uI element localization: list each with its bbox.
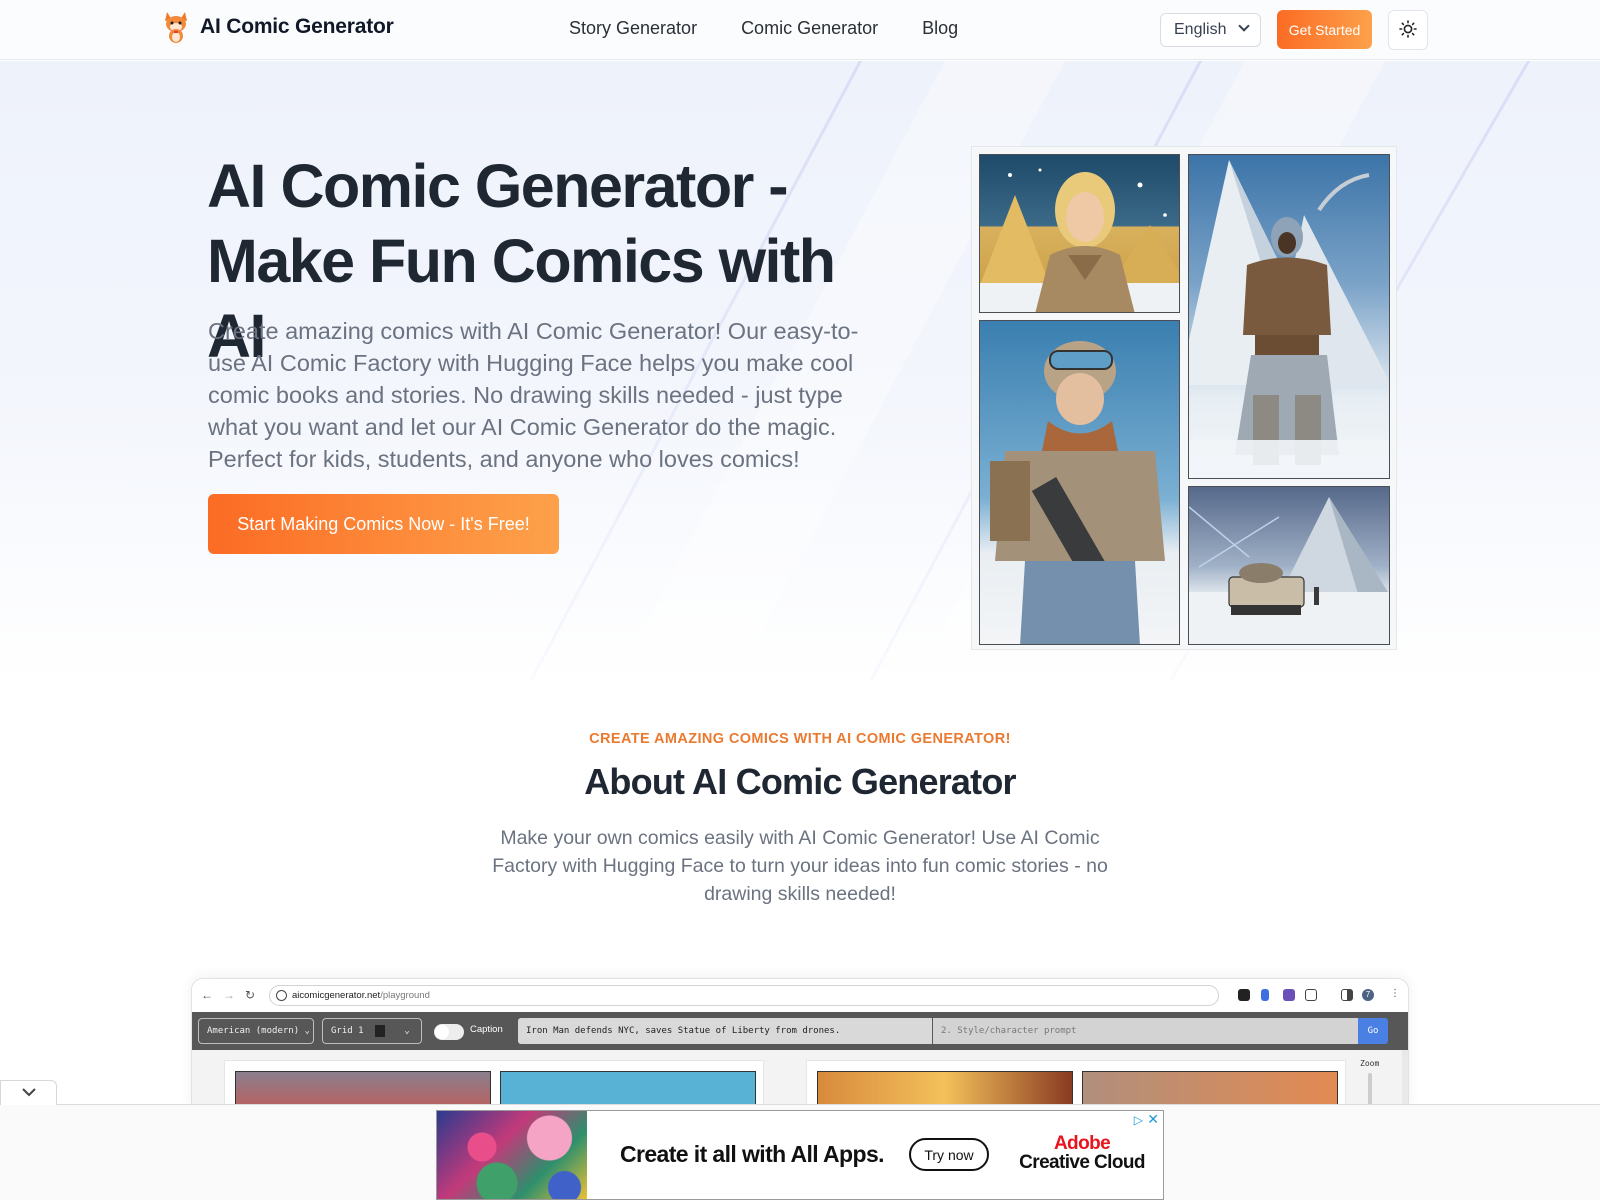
comic-pages-area: Zoom	[192, 1050, 1408, 1107]
adchoices-icon[interactable]: ▷	[1134, 1113, 1143, 1127]
puzzle-extensions-icon	[1305, 989, 1317, 1001]
main-nav: Story Generator Comic Generator Blog	[569, 18, 958, 39]
about-description: Make your own comics easily with AI Comi…	[492, 827, 1108, 905]
app-screenshot: ← → ↻ aicomicgenerator.net/playground 7 …	[191, 978, 1409, 1108]
nav-story-generator[interactable]: Story Generator	[569, 18, 697, 39]
site-info-icon	[276, 990, 287, 1001]
brand-logo-link[interactable]: AI Comic Generator	[162, 10, 394, 44]
comic-app-toolbar: American (modern) ⌄ Grid 1 ⌄ Caption Iro…	[192, 1012, 1408, 1050]
ad-artwork	[437, 1111, 587, 1199]
comic-thumb	[235, 1071, 491, 1107]
start-making-comics-button[interactable]: Start Making Comics Now - It's Free!	[208, 494, 559, 554]
comic-page	[806, 1060, 1346, 1107]
chevron-down-icon	[21, 1084, 37, 1102]
screenshot-scrollbar	[1402, 1050, 1408, 1107]
ad-try-now-button[interactable]: Try now	[909, 1138, 989, 1171]
comic-panel-warrior	[1188, 154, 1390, 479]
about-title: About AI Comic Generator	[584, 761, 1016, 802]
zoom-label: Zoom	[1360, 1059, 1380, 1068]
address-bar: aicomicgenerator.net/playground	[269, 985, 1219, 1006]
ad-product-name: Creative Cloud	[1019, 1152, 1145, 1173]
comic-page	[224, 1060, 764, 1107]
story-prompt-field: Iron Man defends NYC, saves Statue of Li…	[518, 1018, 932, 1044]
collapse-ad-button[interactable]	[0, 1080, 57, 1105]
grid-select: Grid 1 ⌄	[322, 1018, 422, 1044]
fox-mascot-icon	[162, 10, 190, 44]
caption-toggle	[434, 1024, 464, 1040]
hero-title-line1: AI Comic Generator -	[207, 152, 789, 220]
forward-arrow-icon: →	[223, 988, 235, 1002]
nav-comic-generator[interactable]: Comic Generator	[741, 18, 878, 39]
section-eyebrow: CREATE AMAZING COMICS WITH AI COMIC GENE…	[589, 731, 1011, 747]
browser-toolbar: ← → ↻ aicomicgenerator.net/playground 7 …	[192, 979, 1408, 1012]
brand-name: AI Comic Generator	[200, 15, 394, 38]
comic-thumb	[500, 1071, 756, 1107]
reload-icon: ↻	[245, 988, 256, 1002]
nav-blog[interactable]: Blog	[922, 18, 958, 39]
comic-panel-soldier	[979, 320, 1180, 645]
close-icon[interactable]: ✕	[1147, 1111, 1159, 1128]
comic-panel-tank	[1188, 486, 1390, 645]
extension-icon	[1261, 989, 1269, 1001]
url-domain: aicomicgenerator.net	[292, 990, 381, 1001]
chevron-down-icon	[1238, 20, 1250, 32]
extension-icon	[1238, 989, 1250, 1001]
side-panel-icon	[1341, 989, 1353, 1001]
hero-description: Create amazing comics with AI Comic Gene…	[208, 318, 859, 472]
ad-brand-name: Adobe	[1053, 1133, 1111, 1154]
ad-brand: Adobe Creative Cloud	[1012, 1134, 1152, 1172]
caption-label: Caption	[470, 1024, 503, 1035]
sun-icon	[1399, 19, 1417, 41]
style-prompt-field: 2. Style/character prompt	[933, 1018, 1358, 1044]
extension-badge-icon	[1283, 989, 1295, 1001]
go-button: Go	[1358, 1018, 1388, 1044]
comic-panel-woman	[979, 154, 1180, 313]
theme-toggle-button[interactable]	[1388, 10, 1428, 50]
language-select[interactable]: English	[1160, 13, 1261, 47]
profile-avatar: 7	[1362, 989, 1374, 1001]
language-select-value: English	[1174, 21, 1227, 38]
ad-headline: Create it all with All Apps.	[620, 1141, 885, 1167]
zoom-slider	[1368, 1073, 1372, 1107]
ad-banner[interactable]: Create it all with All Apps. Try now Ado…	[436, 1110, 1164, 1200]
site-header: AI Comic Generator Story Generator Comic…	[0, 0, 1600, 60]
comic-thumb	[817, 1071, 1073, 1107]
get-started-button[interactable]: Get Started	[1277, 10, 1372, 49]
comic-thumb	[1082, 1071, 1338, 1107]
comic-preview-image	[971, 146, 1397, 650]
style-select: American (modern) ⌄	[198, 1018, 314, 1044]
back-arrow-icon: ←	[201, 988, 213, 1002]
kebab-menu-icon: ⋮	[1390, 988, 1400, 999]
url-path: /playground	[380, 990, 430, 1001]
